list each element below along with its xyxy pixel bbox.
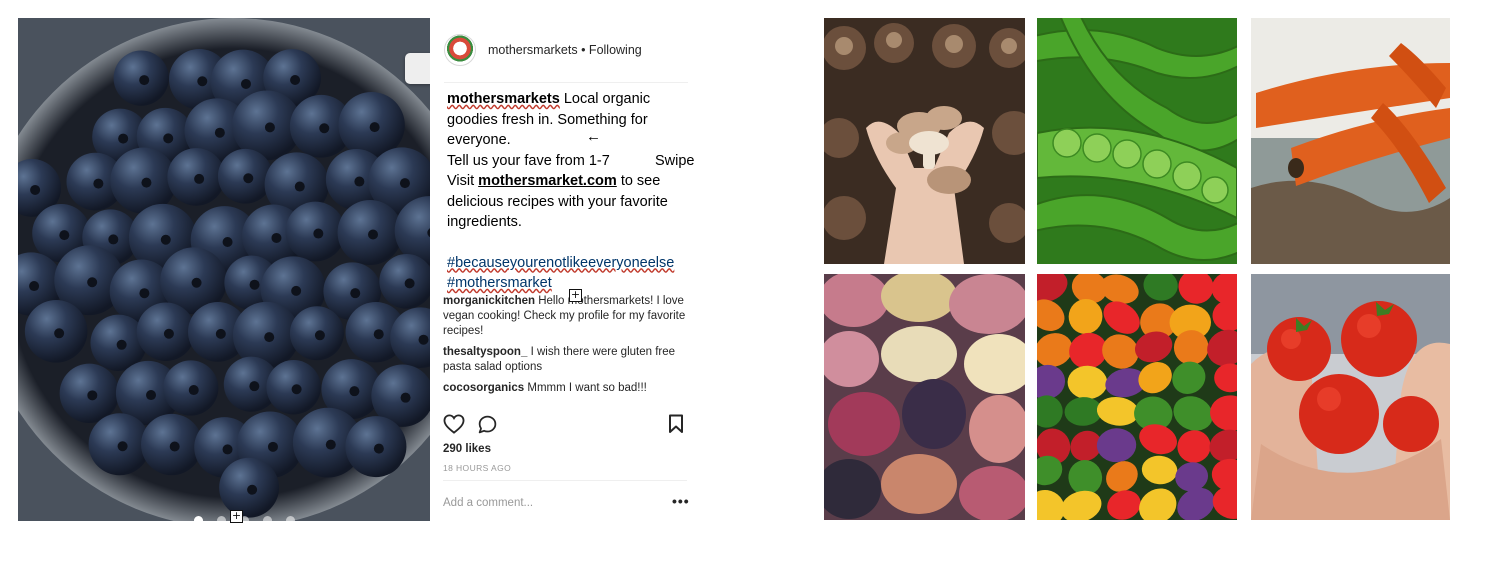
comment-item: cocosorganics Mmmm I want so bad!!!	[443, 381, 693, 396]
mushrooms-photo	[824, 18, 1025, 264]
post-author-label[interactable]: mothersmarkets • Following	[488, 43, 642, 57]
caption-visit-prefix: Visit	[447, 173, 475, 189]
carousel-dot[interactable]	[217, 516, 226, 521]
comments-list: morganickitchen Hello mothersmarkets! I …	[443, 294, 693, 402]
grid-tile-snap-peas[interactable]	[1037, 18, 1237, 264]
potatoes-photo	[824, 274, 1025, 520]
post-panel: mothersmarkets • Following mothersmarket…	[430, 18, 700, 521]
tomatoes-photo	[1251, 274, 1450, 520]
heart-icon[interactable]	[443, 414, 465, 434]
more-options-icon[interactable]: •••	[672, 493, 690, 509]
mini-peppers-photo	[1037, 274, 1237, 520]
post-caption: mothersmarkets Local organic goodies fre…	[447, 89, 697, 294]
comment-item: morganickitchen Hello mothersmarkets! I …	[443, 294, 693, 339]
post-timestamp: 18 HOURS AGO	[443, 463, 512, 473]
grid-tile-potatoes[interactable]	[824, 274, 1025, 520]
post-image-blueberries[interactable]	[18, 18, 430, 521]
caption-username[interactable]: mothersmarkets	[447, 91, 560, 107]
divider	[444, 82, 688, 83]
avatar[interactable]	[444, 34, 476, 66]
divider	[443, 480, 687, 481]
carousel-dot[interactable]	[263, 516, 272, 521]
likes-count[interactable]: 290 likes	[443, 443, 491, 455]
add-comment-input[interactable]: Add a comment...	[443, 497, 533, 509]
comment-text: Mmmm I want so bad!!!	[527, 382, 647, 394]
snap-peas-photo	[1037, 18, 1237, 264]
caption-line-fave: Tell us your fave from 1-7	[447, 152, 610, 169]
swipe-note: Swipe	[655, 152, 695, 169]
carrots-photo	[1251, 18, 1450, 264]
comment-username[interactable]: cocosorganics	[443, 382, 524, 394]
comment-item: thesaltyspoon_ I wish there were gluten …	[443, 345, 693, 375]
post-actions-bar	[443, 414, 687, 436]
carousel-indicator[interactable]	[194, 516, 295, 521]
carousel-dot[interactable]	[286, 516, 295, 521]
plus-marker-icon: +	[569, 288, 582, 302]
blueberries-photo	[18, 18, 430, 521]
hashtag-link[interactable]: #mothersmarket	[447, 275, 552, 291]
multi-photo-icon[interactable]	[405, 53, 430, 84]
arrow-left-icon: ←	[586, 128, 601, 145]
caption-link[interactable]: mothersmarket.com	[478, 173, 617, 189]
carousel-dot[interactable]	[194, 516, 203, 521]
grid-tile-carrots[interactable]	[1251, 18, 1450, 264]
post-header: mothersmarkets • Following	[444, 34, 642, 66]
hashtag-link[interactable]: #becauseyourenotlikeeveryoneelse	[447, 255, 674, 271]
bookmark-icon[interactable]	[668, 414, 684, 434]
comment-username[interactable]: thesaltyspoon_	[443, 346, 527, 358]
grid-tile-tomatoes[interactable]	[1251, 274, 1450, 520]
comment-username[interactable]: morganickitchen	[443, 295, 535, 307]
grid-tile-mini-peppers[interactable]	[1037, 274, 1237, 520]
comment-bubble-icon[interactable]	[477, 414, 498, 435]
plus-marker-icon: +	[230, 509, 243, 523]
grid-tile-mushrooms[interactable]	[824, 18, 1025, 264]
